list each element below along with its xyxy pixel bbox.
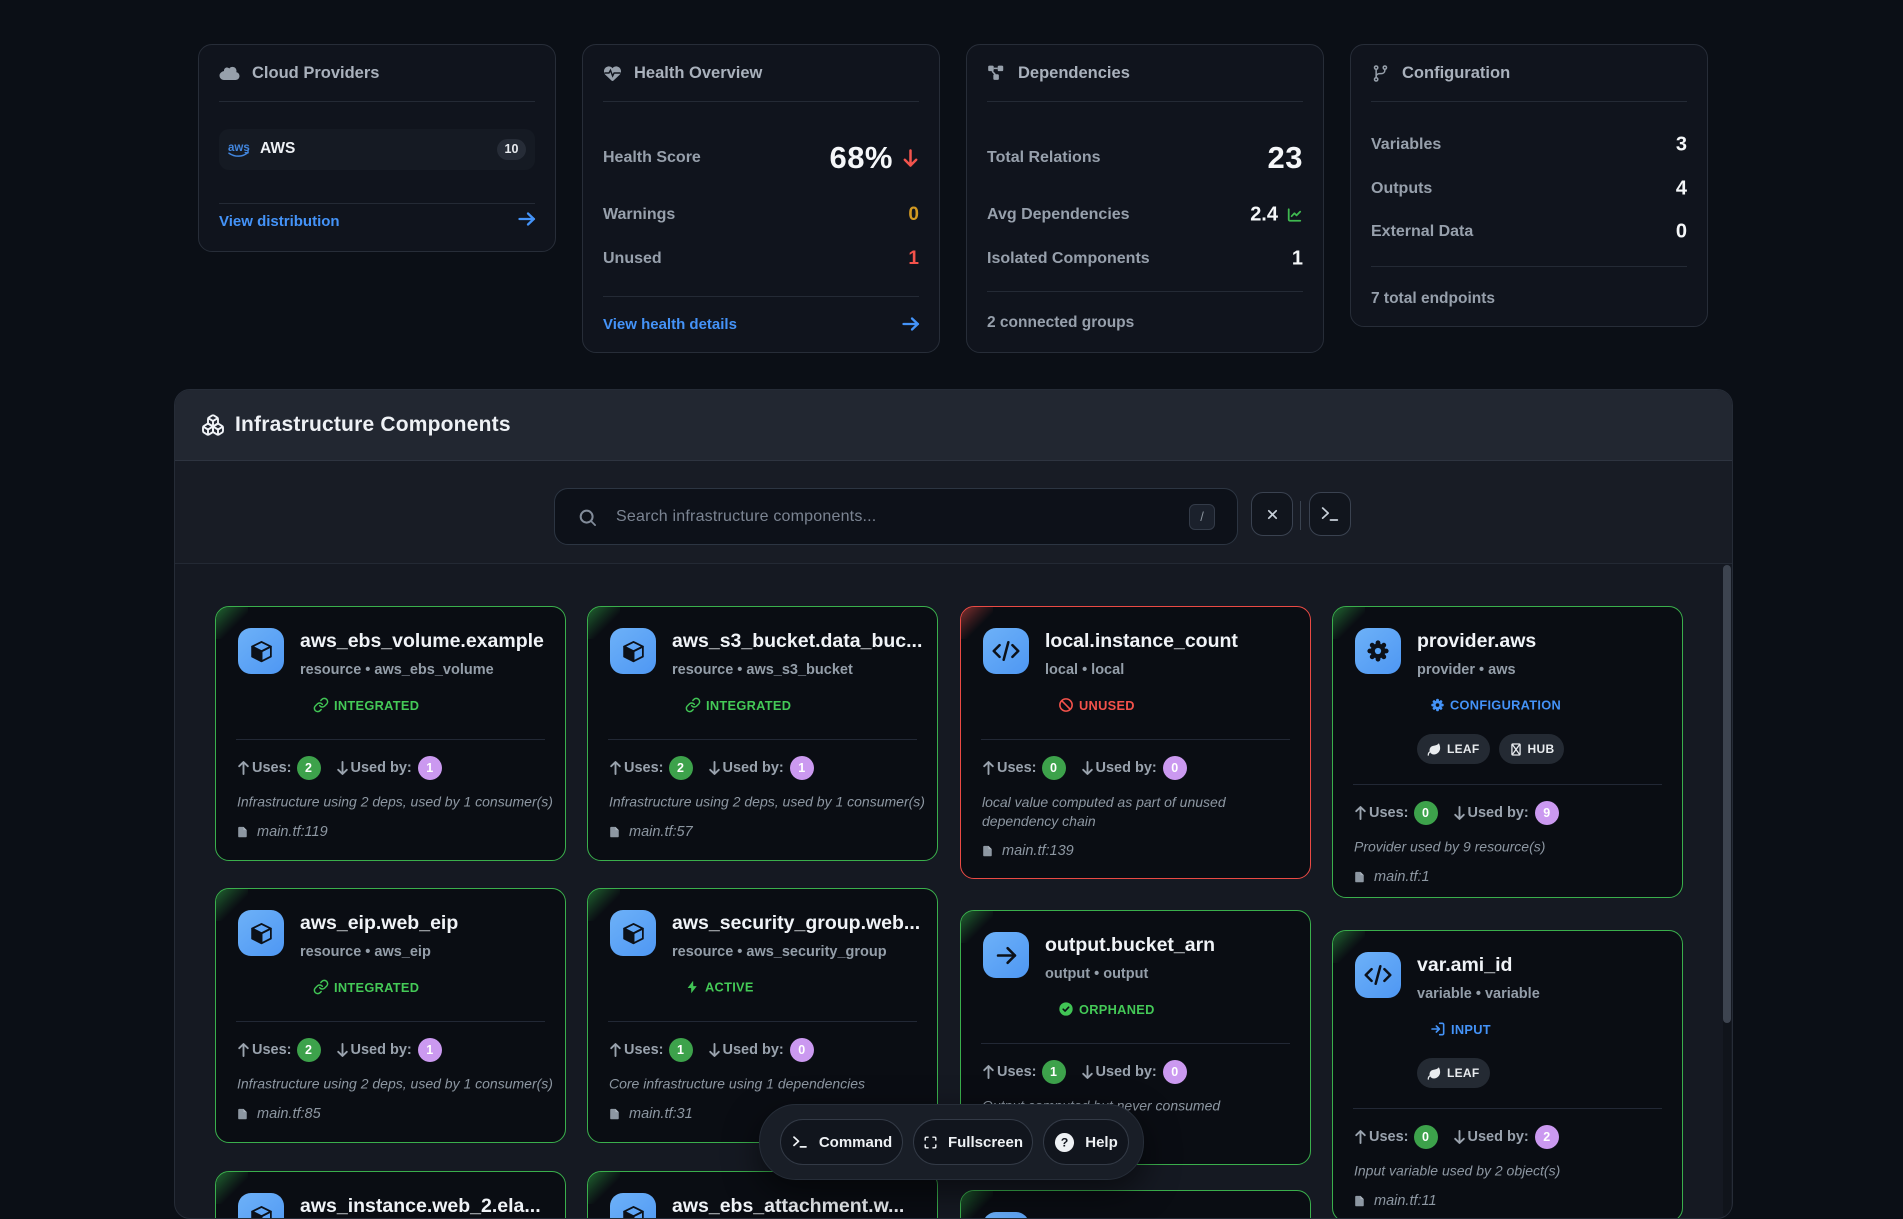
- svg-text:?: ?: [1061, 1135, 1069, 1149]
